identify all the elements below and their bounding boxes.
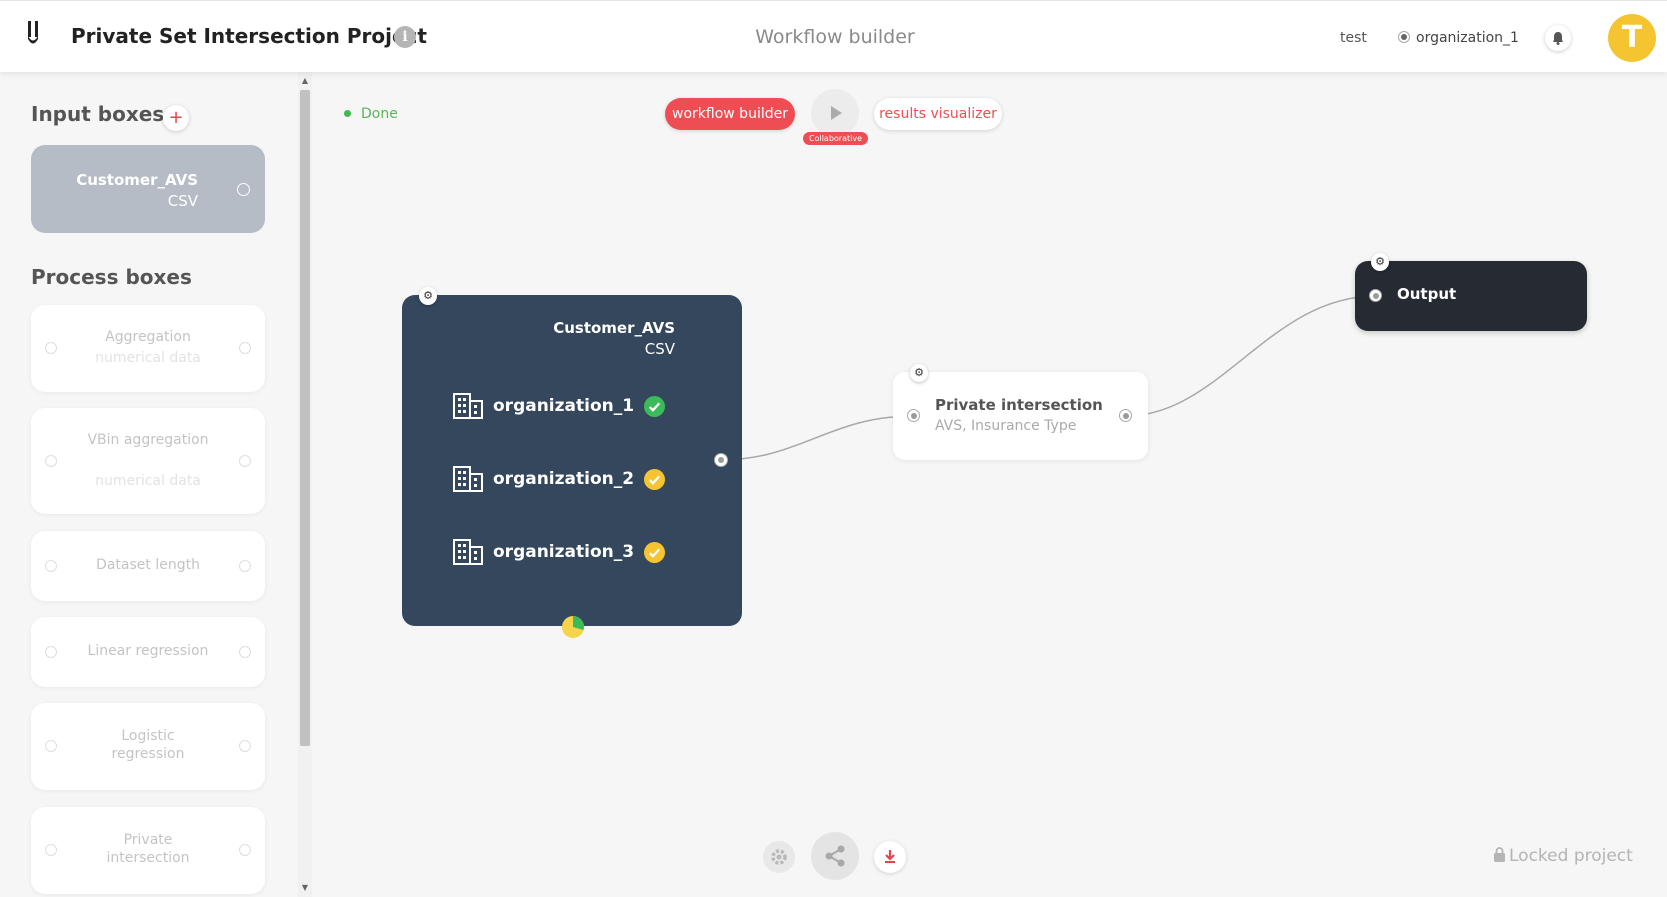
top-bar: Private Set Intersection Project i Workf…: [0, 0, 1667, 72]
locked-project-indicator: Locked project: [1493, 846, 1633, 866]
process-node-input-port[interactable]: [907, 409, 920, 422]
share-icon: [825, 845, 845, 867]
organization-row: organization_3: [453, 538, 666, 566]
download-icon: [885, 850, 895, 863]
notifications-button[interactable]: [1545, 25, 1571, 51]
check-circle-icon: [644, 395, 666, 417]
organization-row: organization_1: [453, 392, 666, 420]
process-node-private-intersection[interactable]: Private intersection AVS, Insurance Type: [893, 372, 1148, 460]
share-button[interactable]: [811, 832, 859, 880]
check-circle-icon: [644, 541, 666, 563]
organization-name: organization_2: [493, 469, 635, 489]
progress-pie-icon: [562, 616, 584, 638]
node-subtitle: AVS, Insurance Type: [935, 418, 1077, 434]
info-icon[interactable]: i: [394, 26, 416, 48]
locked-label: Locked project: [1509, 846, 1633, 866]
input-node-output-port[interactable]: [714, 453, 728, 467]
organization-name: organization_3: [493, 542, 635, 562]
node-title: Customer_AVS: [553, 319, 675, 337]
organization-row: organization_2: [453, 465, 666, 493]
link-input-to-process: [719, 415, 914, 461]
organization-name: organization_1: [493, 396, 635, 416]
app-logo-icon[interactable]: [26, 21, 40, 51]
output-node-input-port[interactable]: [1369, 289, 1382, 302]
output-node[interactable]: Output: [1355, 261, 1587, 331]
bell-icon: [1553, 32, 1563, 45]
organization-label: organization_1: [1416, 30, 1519, 46]
building-icon: [453, 466, 483, 492]
node-type: CSV: [644, 340, 675, 358]
link-process-to-output: [1125, 295, 1377, 417]
workflow-links: [719, 295, 1377, 461]
avatar[interactable]: T: [1608, 14, 1656, 62]
check-circle-icon: [644, 468, 666, 490]
building-icon: [453, 539, 483, 565]
node-title: Private intersection: [935, 396, 1103, 414]
input-node-customer-avs[interactable]: Customer_AVS CSV organization_1 organiza…: [402, 295, 742, 626]
user-name[interactable]: test: [1340, 30, 1367, 46]
process-node-settings-icon[interactable]: ⚙: [910, 364, 928, 382]
node-title: Output: [1397, 285, 1457, 303]
building-icon: [453, 393, 483, 419]
settings-button[interactable]: [763, 841, 795, 873]
download-button[interactable]: [874, 841, 906, 873]
input-node-settings-icon[interactable]: ⚙: [419, 287, 437, 305]
project-title: Private Set Intersection Project: [71, 24, 427, 48]
organization-selector[interactable]: organization_1: [1398, 30, 1519, 46]
process-node-output-port[interactable]: [1119, 409, 1132, 422]
page-title: Workflow builder: [755, 26, 915, 48]
gear-icon: [771, 849, 787, 865]
output-node-settings-icon[interactable]: ⚙: [1371, 253, 1389, 271]
radio-icon: [1398, 31, 1410, 43]
lock-icon: [1494, 847, 1505, 862]
